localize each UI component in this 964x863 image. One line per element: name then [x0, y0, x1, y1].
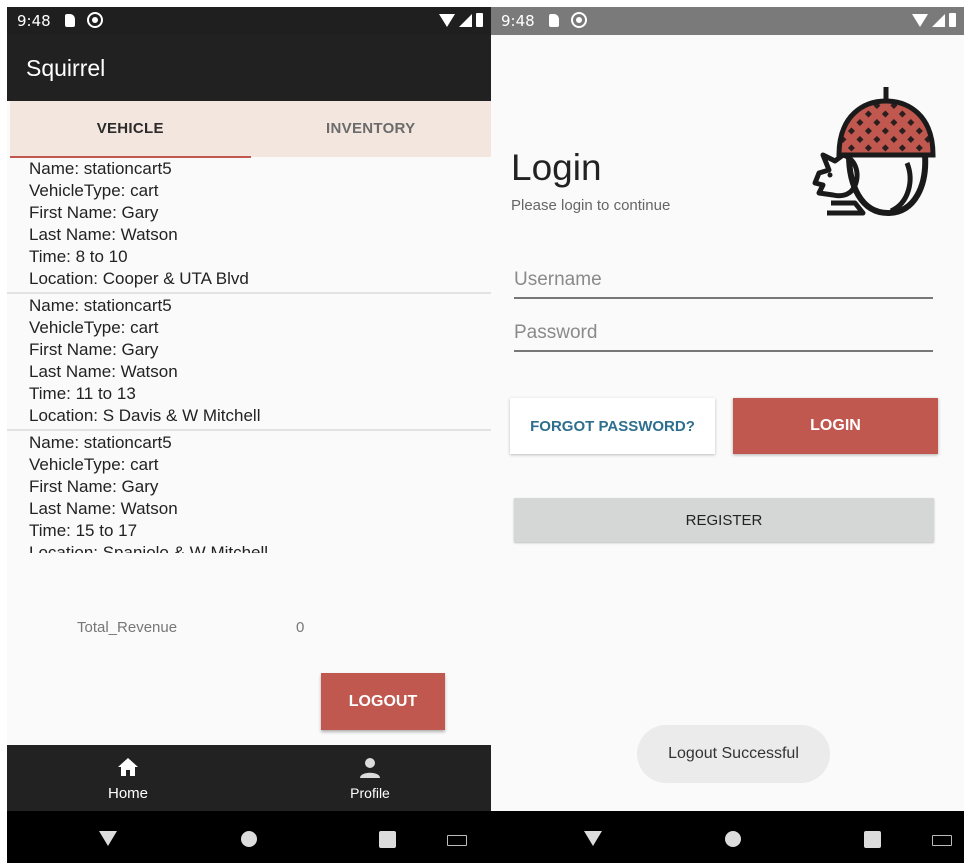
vehicle-time: Time: 11 to 13: [29, 384, 136, 403]
recents-icon[interactable]: [864, 831, 881, 848]
vehicle-type: VehicleType: cart: [29, 181, 159, 200]
vehicle-first-name: First Name: Gary: [29, 340, 159, 359]
list-item[interactable]: Name: stationcart5 VehicleType: cart Fir…: [7, 294, 491, 431]
password-input[interactable]: [514, 316, 933, 352]
vehicle-type: VehicleType: cart: [29, 455, 159, 474]
vehicle-name: Name: stationcart5: [29, 159, 172, 178]
list-item[interactable]: Name: stationcart5 VehicleType: cart Fir…: [7, 157, 491, 294]
sd-card-icon: [549, 14, 559, 27]
sync-icon: [571, 12, 587, 28]
system-navigation-bar: [7, 811, 491, 863]
vehicle-last-name: Last Name: Watson: [29, 225, 178, 244]
page-subtitle: Please login to continue: [511, 197, 671, 214]
vehicle-name: Name: stationcart5: [29, 433, 172, 452]
toast-message: Logout Successful: [637, 725, 830, 783]
status-icons: [439, 13, 483, 27]
sd-card-icon: [65, 14, 75, 27]
home-icon: [118, 758, 138, 776]
recents-icon[interactable]: [379, 831, 396, 848]
vehicle-name: Name: stationcart5: [29, 296, 172, 315]
forgot-password-button[interactable]: FORGOT PASSWORD?: [510, 398, 715, 454]
app-title: Squirrel: [26, 55, 106, 81]
list-item[interactable]: Name: stationcart5 VehicleType: cart Fir…: [7, 431, 491, 553]
status-time: 9:48: [17, 12, 51, 30]
home-circle-icon[interactable]: [241, 831, 257, 847]
back-icon[interactable]: [584, 831, 602, 846]
tab-bar: VEHICLE INVENTORY: [10, 101, 492, 158]
vehicle-last-name: Last Name: Watson: [29, 499, 178, 518]
tab-inventory[interactable]: INVENTORY: [251, 101, 492, 157]
nav-profile-label: Profile: [350, 785, 390, 801]
vehicle-time: Time: 15 to 17: [29, 521, 138, 540]
vehicle-last-name: Last Name: Watson: [29, 362, 178, 381]
total-revenue-value: 0: [296, 619, 305, 636]
login-screen: 9:48 Login Please login to continue FORG…: [491, 7, 964, 863]
squirrel-acorn-logo-icon: [812, 87, 936, 217]
register-button[interactable]: REGISTER: [514, 498, 934, 542]
vehicle-location: Location: Cooper & UTA Blvd: [29, 269, 249, 288]
sync-icon: [87, 12, 103, 28]
keyboard-icon[interactable]: [447, 835, 467, 846]
vehicle-first-name: First Name: Gary: [29, 203, 159, 222]
login-button[interactable]: LOGIN: [733, 398, 938, 454]
total-revenue-label: Total_Revenue: [77, 619, 178, 636]
vehicle-screen: 9:48 Squirrel VEHICLE INVENTORY Name: st…: [7, 7, 491, 863]
system-navigation-bar: [491, 811, 964, 863]
nav-home[interactable]: Home: [7, 745, 249, 811]
bottom-navigation: Home Profile: [7, 745, 491, 811]
vehicle-list[interactable]: Name: stationcart5 VehicleType: cart Fir…: [7, 157, 491, 553]
status-bar: 9:48: [491, 7, 964, 35]
back-icon[interactable]: [99, 831, 117, 846]
vehicle-time: Time: 8 to 10: [29, 247, 128, 266]
nav-profile[interactable]: Profile: [249, 745, 491, 811]
status-time: 9:48: [501, 12, 535, 30]
logout-button[interactable]: LOGOUT: [321, 673, 445, 730]
battery-icon: [476, 13, 483, 27]
status-icons: [912, 13, 956, 27]
vehicle-type: VehicleType: cart: [29, 318, 159, 337]
battery-icon: [949, 13, 956, 27]
username-input[interactable]: [514, 263, 933, 299]
vehicle-location: Location: Spaniolo & W Mitchell: [29, 543, 269, 553]
person-icon: [360, 758, 380, 778]
vehicle-first-name: First Name: Gary: [29, 477, 159, 496]
status-bar: 9:48: [7, 7, 491, 35]
nav-home-label: Home: [107, 785, 148, 802]
home-circle-icon[interactable]: [725, 831, 741, 847]
signal-icon: [932, 13, 945, 27]
page-title: Login: [511, 147, 602, 188]
keyboard-icon[interactable]: [932, 835, 952, 846]
tab-vehicle[interactable]: VEHICLE: [10, 101, 251, 158]
vehicle-location: Location: S Davis & W Mitchell: [29, 406, 261, 425]
app-bar: Squirrel: [7, 35, 491, 101]
signal-icon: [459, 13, 472, 27]
wifi-icon: [912, 13, 928, 27]
wifi-icon: [439, 13, 455, 27]
